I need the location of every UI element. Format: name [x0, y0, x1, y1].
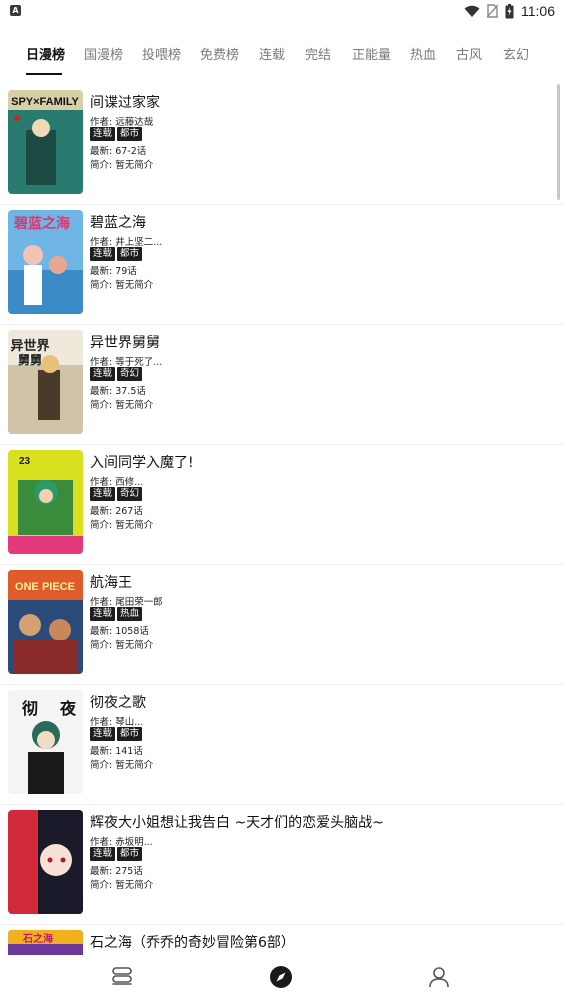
scrollbar-thumb[interactable]: [557, 84, 560, 200]
comic-cover: 异世界 舅舅: [8, 330, 83, 434]
tab-ancient[interactable]: 古风: [456, 44, 482, 63]
comic-author: 作者: 琴山...: [90, 717, 144, 728]
comic-author: 作者: 赤坂明...: [90, 837, 153, 848]
comic-tags: 连载 奇幻: [90, 487, 143, 501]
comic-description: 简介: 暂无简介: [90, 280, 154, 291]
comic-title: 航海王: [90, 575, 132, 591]
comic-cover: 碧蓝之海: [8, 210, 83, 314]
wifi-icon: [464, 5, 480, 17]
comic-tags: 连载 都市: [90, 247, 143, 261]
list-item[interactable]: 碧蓝之海 碧蓝之海 作者: 井上坚二... 连载 都市 最新: 79话 简介: …: [0, 204, 563, 325]
tab-serializing[interactable]: 连载: [259, 44, 285, 63]
status-tag: 连载: [90, 727, 116, 741]
tab-hot-blood[interactable]: 热血: [410, 44, 436, 63]
svg-text:23: 23: [19, 456, 31, 467]
comic-author: 作者: 远藤达哉: [90, 117, 154, 128]
svg-text:夜: 夜: [59, 699, 77, 718]
status-tag: 连载: [90, 367, 116, 381]
clock: 11:06: [521, 3, 555, 19]
status-tag: 连载: [90, 127, 116, 141]
status-icons: 11:06: [464, 3, 555, 19]
tab-daily-japanese[interactable]: 日漫榜: [26, 44, 65, 63]
svg-text:碧蓝之海: 碧蓝之海: [13, 215, 70, 232]
list-item[interactable]: 异世界 舅舅 异世界舅舅 作者: 等于死了... 连载 奇幻 最新: 37.5话…: [0, 324, 563, 445]
comic-author: 作者: 等于死了...: [90, 357, 163, 368]
no-sim-icon: [487, 4, 498, 18]
comic-tags: 连载 奇幻: [90, 367, 143, 381]
comic-description: 简介: 暂无简介: [90, 400, 154, 411]
status-tag: 连载: [90, 847, 116, 861]
comic-author: 作者: 井上坚二...: [90, 237, 163, 248]
status-tag: 连载: [90, 487, 116, 501]
discover-compass-icon[interactable]: [267, 963, 295, 991]
comic-cover: ONE PIECE: [8, 570, 83, 674]
list-item[interactable]: 23 入间同学入魔了! 作者: 西修... 连载 奇幻 最新: 267话 简介:…: [0, 444, 563, 565]
comic-cover: 23: [8, 450, 83, 554]
comic-cover: [8, 810, 83, 914]
comic-latest-chapter: 最新: 267话: [90, 506, 143, 517]
comic-author: 作者: 西修...: [90, 477, 144, 488]
comic-cover: 彻 夜: [8, 690, 83, 794]
comic-description: 简介: 暂无简介: [90, 640, 154, 651]
tab-fantasy[interactable]: 玄幻: [503, 44, 529, 63]
tab-domestic[interactable]: 国漫榜: [84, 44, 123, 63]
battery-charging-icon: [505, 3, 514, 18]
comic-cover: SPY×FAMILY: [8, 90, 83, 194]
comic-tags: 连载 热血: [90, 607, 143, 621]
tab-completed[interactable]: 完结: [305, 44, 331, 63]
genre-tag: 都市: [117, 727, 143, 741]
status-bar: A 11:06: [0, 0, 563, 24]
comic-latest-chapter: 最新: 67-2话: [90, 146, 147, 157]
list-item[interactable]: ONE PIECE 航海王 作者: 尾田荣一郎 连载 热血 最新: 1058话 …: [0, 564, 563, 685]
notification-app-icon: A: [10, 5, 21, 16]
comic-latest-chapter: 最新: 1058话: [90, 626, 149, 637]
list-item[interactable]: SPY×FAMILY 间谍过家家 作者: 远藤达哉 连载 都市 最新: 67-2…: [0, 84, 563, 205]
svg-text:异世界: 异世界: [10, 338, 49, 354]
comic-latest-chapter: 最新: 141话: [90, 746, 143, 757]
genre-tag: 奇幻: [117, 367, 143, 381]
active-tab-indicator: [26, 73, 62, 75]
tab-free[interactable]: 免费榜: [200, 44, 239, 63]
comic-tags: 连载 都市: [90, 847, 143, 861]
comic-tags: 连载 都市: [90, 127, 143, 141]
list-item[interactable]: 彻 夜 彻夜之歌 作者: 琴山... 连载 都市 最新: 141话 简介: 暂无…: [0, 684, 563, 805]
category-tabs: 日漫榜 国漫榜 投喂榜 免费榜 连载 完结 正能量 热血 古风 玄幻: [0, 28, 563, 78]
comic-description: 简介: 暂无简介: [90, 520, 154, 531]
genre-tag: 奇幻: [117, 487, 143, 501]
comic-latest-chapter: 最新: 37.5话: [90, 386, 146, 397]
tab-feed[interactable]: 投喂榜: [142, 44, 181, 63]
comic-author: 作者: 尾田荣一郎: [90, 597, 163, 608]
comic-title: 辉夜大小姐想让我告白 ~天才们的恋爱头脑战~: [90, 815, 384, 831]
svg-text:SPY×FAMILY: SPY×FAMILY: [11, 96, 79, 108]
comic-title: 彻夜之歌: [90, 695, 146, 711]
status-tag: 连载: [90, 607, 116, 621]
svg-text:石之海: 石之海: [22, 932, 53, 945]
comic-tags: 连载 都市: [90, 727, 143, 741]
comic-title: 异世界舅舅: [90, 335, 160, 351]
svg-text:ONE PIECE: ONE PIECE: [15, 581, 75, 593]
genre-tag: 热血: [117, 607, 143, 621]
comic-latest-chapter: 最新: 275话: [90, 866, 143, 877]
list-item[interactable]: 辉夜大小姐想让我告白 ~天才们的恋爱头脑战~ 作者: 赤坂明... 连载 都市 …: [0, 804, 563, 925]
bottom-navigation: [0, 955, 563, 1000]
comic-description: 简介: 暂无简介: [90, 160, 154, 171]
comic-title: 间谍过家家: [90, 95, 160, 111]
tab-positive[interactable]: 正能量: [352, 44, 391, 63]
profile-icon[interactable]: [425, 963, 453, 991]
svg-text:舅舅: 舅舅: [18, 352, 42, 367]
genre-tag: 都市: [117, 847, 143, 861]
genre-tag: 都市: [117, 127, 143, 141]
comic-description: 简介: 暂无简介: [90, 760, 154, 771]
comic-title: 入间同学入魔了!: [90, 455, 194, 471]
status-tag: 连载: [90, 247, 116, 261]
genre-tag: 都市: [117, 247, 143, 261]
comic-list[interactable]: SPY×FAMILY 间谍过家家 作者: 远藤达哉 连载 都市 最新: 67-2…: [0, 84, 563, 960]
comic-latest-chapter: 最新: 79话: [90, 266, 137, 277]
comic-description: 简介: 暂无简介: [90, 880, 154, 891]
bookshelf-icon[interactable]: [108, 963, 136, 991]
comic-title: 石之海（乔乔的奇妙冒险第6部）: [90, 935, 295, 951]
svg-text:彻: 彻: [22, 699, 38, 718]
comic-title: 碧蓝之海: [90, 215, 146, 231]
